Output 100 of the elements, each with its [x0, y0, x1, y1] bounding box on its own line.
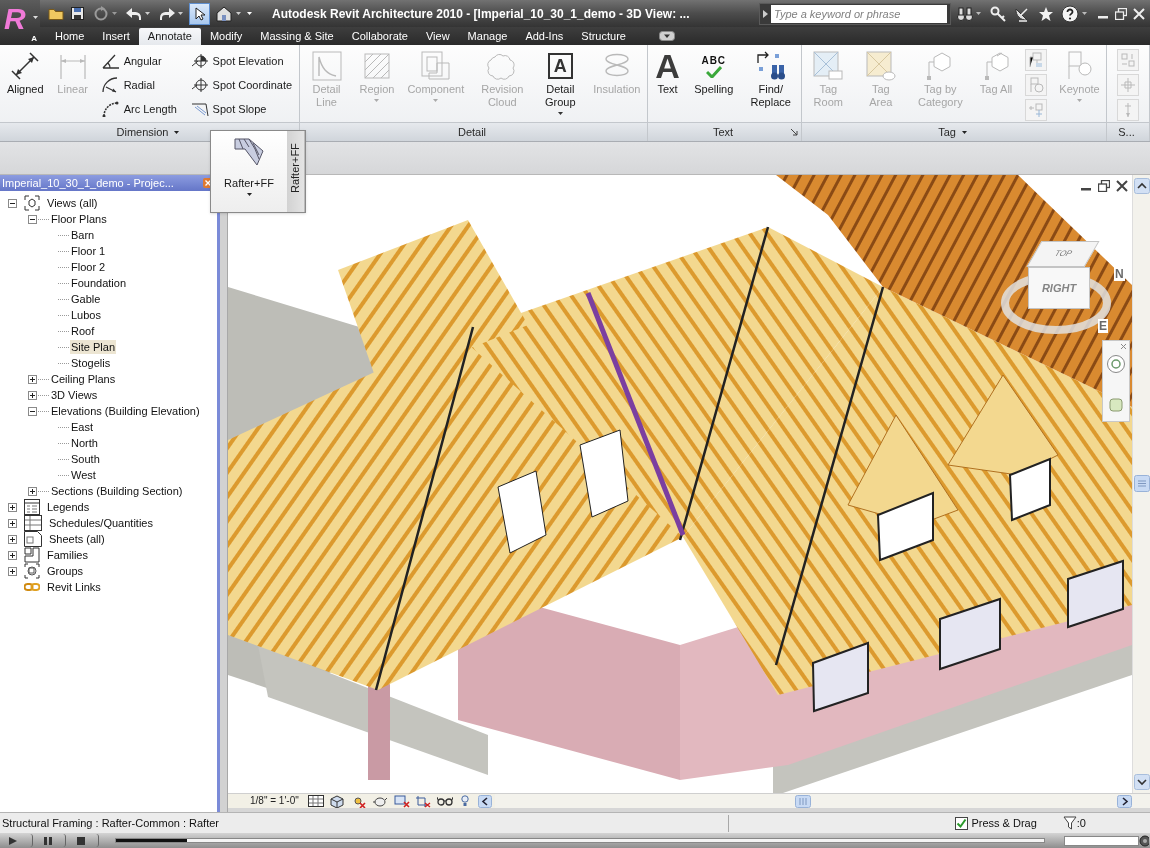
ribbon-small-button[interactable]: Spot Elevation — [190, 49, 293, 73]
ribbon-button[interactable]: ABC Spelling — [694, 49, 734, 96]
ribbon-tab[interactable]: Massing & Site — [251, 28, 343, 45]
expand-icon[interactable] — [8, 534, 17, 544]
binoculars-icon[interactable] — [957, 6, 973, 21]
application-menu-button[interactable]: R A — [0, 0, 40, 45]
tree-item[interactable]: Revit Links — [46, 580, 102, 594]
house-icon[interactable] — [216, 5, 232, 22]
vertical-scrollbar[interactable] — [1132, 175, 1150, 793]
tree-item[interactable]: Legends — [46, 500, 91, 514]
expand-arrow-icon[interactable] — [763, 9, 768, 18]
tree-item[interactable]: East — [70, 420, 94, 434]
collapse-icon[interactable] — [28, 214, 37, 224]
play-icon[interactable] — [8, 835, 18, 846]
ribbon-tab[interactable]: Add-Ins — [516, 28, 573, 45]
tree-item[interactable]: Barn — [70, 228, 96, 242]
collapse-icon[interactable] — [28, 406, 37, 416]
restore-icon[interactable] — [1098, 180, 1110, 192]
ribbon-tab[interactable]: View — [416, 28, 459, 45]
ribbon-tab[interactable]: Insert — [93, 28, 139, 45]
tree-item[interactable]: Lubos — [70, 308, 102, 322]
ribbon-small-button[interactable]: Arc Length — [101, 97, 177, 121]
help-icon[interactable] — [1061, 4, 1079, 23]
tree-item[interactable]: Elevations (Building Elevation) — [50, 404, 201, 418]
tree-item[interactable]: Floor Plans — [50, 212, 108, 226]
ribbon-tab[interactable]: Modify — [200, 28, 252, 45]
open-folder-icon[interactable] — [48, 7, 64, 20]
press-drag-label[interactable]: Press & Drag — [971, 814, 1037, 832]
ribbon-small-button[interactable]: Radial — [101, 73, 177, 97]
sync-icon[interactable] — [93, 5, 109, 22]
expand-icon[interactable] — [28, 390, 37, 400]
sun-off-icon[interactable] — [351, 794, 366, 808]
expand-icon[interactable] — [8, 566, 17, 576]
redo-icon[interactable] — [159, 7, 175, 20]
tree-item[interactable]: Gable — [70, 292, 102, 306]
bulb-icon[interactable] — [460, 795, 469, 807]
ribbon-small-button[interactable]: Angular — [101, 49, 177, 73]
ribbon-tab[interactable]: Home — [46, 28, 94, 45]
ribbon-tab[interactable]: Collaborate — [342, 28, 417, 45]
tree-item[interactable]: Roof — [70, 324, 96, 338]
press-drag-checkbox[interactable] — [955, 816, 969, 830]
tree-item[interactable]: Floor 1 — [70, 244, 107, 258]
ribbon-button[interactable]: A Detail Group — [540, 49, 581, 115]
tree-item[interactable]: Ceiling Plans — [50, 372, 117, 386]
ribbon-button[interactable]: Rafter+FF — [211, 131, 287, 212]
ribbon-toggle-icon[interactable] — [658, 31, 675, 41]
horizontal-scrollbar[interactable] — [495, 793, 1132, 808]
expand-icon[interactable] — [8, 518, 17, 528]
tree-item[interactable]: Stogelis — [70, 356, 112, 370]
detail-level-icon[interactable] — [307, 795, 324, 807]
expand-icon[interactable] — [8, 502, 17, 512]
save-icon[interactable] — [71, 7, 84, 20]
expand-icon[interactable] — [28, 486, 37, 496]
caret-icon[interactable] — [247, 12, 252, 15]
stop-icon[interactable] — [76, 835, 86, 846]
expand-icon[interactable] — [28, 374, 37, 384]
scroll-thumb-icon[interactable] — [1133, 474, 1150, 492]
satellite-icon[interactable] — [1014, 5, 1030, 22]
progress-track[interactable] — [115, 838, 1046, 843]
key-icon[interactable] — [990, 5, 1006, 22]
search-field[interactable]: Type a keyword or phrase — [771, 4, 947, 23]
ribbon-tab[interactable]: Annotate — [138, 28, 201, 45]
speaker-icon[interactable] — [1139, 834, 1149, 847]
ribbon-tab[interactable]: Structure — [572, 28, 635, 45]
tree-item[interactable]: Site Plan — [70, 340, 117, 354]
ribbon-button[interactable]: Find/Replace — [747, 49, 794, 109]
tree-item[interactable]: Floor 2 — [70, 260, 107, 274]
tree-item[interactable]: Sections (Building Section) — [50, 484, 184, 498]
crop-region-icon[interactable] — [414, 794, 431, 808]
glasses-icon[interactable] — [436, 796, 453, 806]
caret-icon[interactable] — [961, 130, 967, 134]
tree-item[interactable]: West — [70, 468, 97, 482]
flyout-side-tab[interactable]: Rafter+FF — [287, 131, 305, 212]
star-icon[interactable] — [1038, 5, 1054, 22]
tree-item[interactable]: Families — [46, 548, 89, 562]
steering-wheel-icon[interactable] — [1106, 354, 1126, 374]
ribbon-button[interactable]: A Text — [655, 49, 680, 96]
ribbon-small-button[interactable]: Spot Slope — [190, 97, 293, 121]
collapse-icon[interactable] — [8, 198, 17, 208]
undo-icon[interactable] — [126, 7, 142, 20]
tree-item[interactable]: South — [70, 452, 101, 466]
zoom-icon[interactable] — [1109, 398, 1123, 412]
scroll-thumb-icon[interactable] — [795, 794, 811, 808]
ribbon-tab[interactable]: Manage — [458, 28, 517, 45]
shadows-icon[interactable] — [371, 795, 388, 807]
tree-item[interactable]: Sheets (all) — [48, 532, 106, 546]
tree-item[interactable]: Schedules/Quantities — [48, 516, 154, 530]
tree-item[interactable]: Groups — [46, 564, 85, 578]
tree-item[interactable]: North — [70, 436, 99, 450]
tree-item[interactable]: 3D Views — [50, 388, 99, 402]
dialog-launcher-icon[interactable] — [790, 128, 798, 136]
select-button[interactable] — [189, 2, 210, 25]
close-icon[interactable] — [1116, 180, 1128, 192]
crop-off-icon[interactable] — [393, 794, 410, 808]
visual-style-icon[interactable] — [329, 794, 344, 808]
ribbon-small-button[interactable]: Spot Coordinate — [190, 73, 293, 97]
filter-icon[interactable] — [1062, 816, 1077, 830]
tree-item[interactable]: Views (all) — [46, 196, 99, 210]
restore-icon[interactable] — [1115, 7, 1127, 20]
pause-icon[interactable] — [43, 835, 53, 846]
